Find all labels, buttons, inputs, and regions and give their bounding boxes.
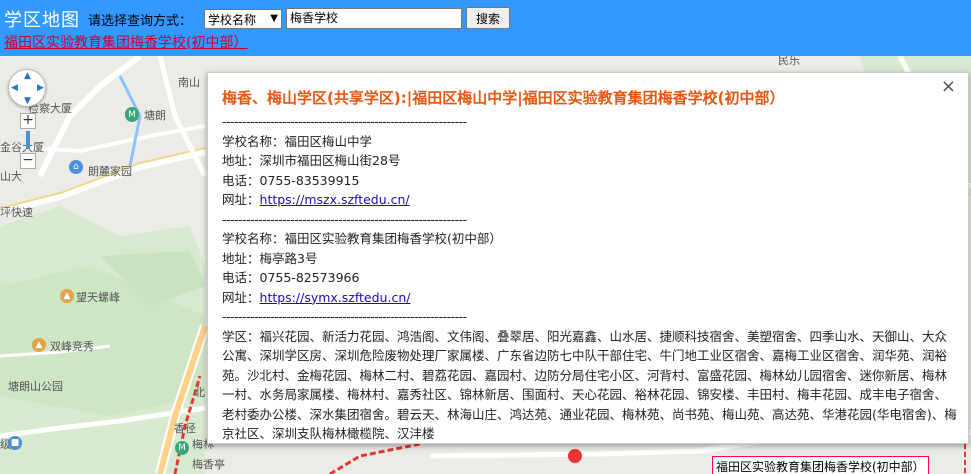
scenic-spot-icon: ▲ [60,289,74,303]
map-label-nanshan: 南山 [178,76,200,89]
close-icon[interactable]: × [941,76,956,97]
map-label-tanglang: 塘朗 [144,109,166,122]
school-website-row: 网址：https://symx.szftedu.cn/ [222,288,958,308]
map-pan-control[interactable]: ▲ ▼ ◀ ▶ [8,69,46,107]
search-button[interactable]: 搜索 [466,7,510,29]
school-address: 地址：梅亭路3号 [222,250,318,266]
zoom-slider[interactable] [26,131,30,149]
divider: ----------------------------------------… [222,211,467,227]
scenic-spot-icon: ▲ [32,338,46,352]
divider: ----------------------------------------… [222,114,467,129]
info-window-title: 梅香、梅山学区(共享学区):|福田区梅山中学|福田区实验教育集团梅香学校(初中部… [222,89,785,107]
query-mode-label: 请选择查询方式： [88,14,193,29]
result-school-link[interactable]: 福田区实验教育集团梅香学校(初中部） [4,32,247,52]
metro-station-icon: M [175,441,189,455]
zoom-out-button[interactable]: − [20,153,36,169]
metro-station-icon: M [125,108,139,122]
school-phone: 电话：0755-83539915 [222,172,360,188]
zoom-in-button[interactable]: + [20,113,36,129]
website-label: 网址： [222,289,260,305]
app-title: 学区地图 [4,10,80,31]
school-zone-text: 学区：福兴花园、新活力花园、鸿浩阁、文伟阁、叠翠居、阳光嘉鑫、山水居、捷顺科技宿… [222,328,957,442]
search-input[interactable]: 梅香学校 [286,8,462,29]
map-label-langlu: 朗麓家园 [88,165,132,178]
map-label-bei: 北 [194,386,205,399]
school-website-link[interactable]: https://mszx.szftedu.cn/ [260,192,410,207]
map-label-ping: 坪快速 [0,206,33,219]
map-label-tanglang-park: 塘朗山公园 [8,380,63,393]
school-name: 学校名称：福田区实验教育集团梅香学校(初中部） [222,231,502,246]
school-address: 地址：深圳市福田区梅山街28号 [222,153,401,168]
school-website-link[interactable]: https://symx.szftedu.cn/ [260,290,411,305]
chevron-down-icon: ▼ [270,13,278,24]
query-mode-select[interactable]: 学校名称 ▼ [204,9,282,29]
query-mode-value: 学校名称 [208,12,257,27]
school-name: 学校名称：福田区梅山中学 [222,133,373,149]
map-label-minle: 民乐 [778,56,800,67]
school-website-row: 网址：https://mszx.szftedu.cn/ [222,190,958,210]
divider: ----------------------------------------… [222,309,467,324]
residence-icon: ⌂ [69,160,83,174]
school-phone: 电话：0755-82573966 [222,270,360,285]
school-marker-label[interactable]: 福田区实验教育集团梅香学校(初中部） [712,456,929,474]
map-label-shan: 山大 [0,170,22,183]
map-label-meixiang-pavilion: 梅香亭 [192,458,225,471]
header-bar: 学区地图 请选择查询方式： 学校名称 ▼ 梅香学校 搜索 福田区实验教育集团梅香… [0,0,971,56]
website-label: 网址： [222,192,260,207]
pan-left-icon[interactable]: ◀ [11,83,18,93]
pan-down-icon[interactable]: ▼ [24,96,31,106]
info-window-body: ----------------------------------------… [222,112,958,444]
building-icon: ■ [8,436,22,450]
map-label-wangtian: 望天螺峰 [76,291,120,304]
pan-right-icon[interactable]: ▶ [37,83,44,93]
map-label-xiangjing: 香径 [174,422,196,435]
school-info-window: 梅香、梅山学区(共享学区):|福田区梅山中学|福田区实验教育集团梅香学校(初中部… [207,72,969,444]
map-label-shuangfeng: 双峰竞秀 [50,340,94,353]
pan-up-icon[interactable]: ▲ [24,71,31,81]
